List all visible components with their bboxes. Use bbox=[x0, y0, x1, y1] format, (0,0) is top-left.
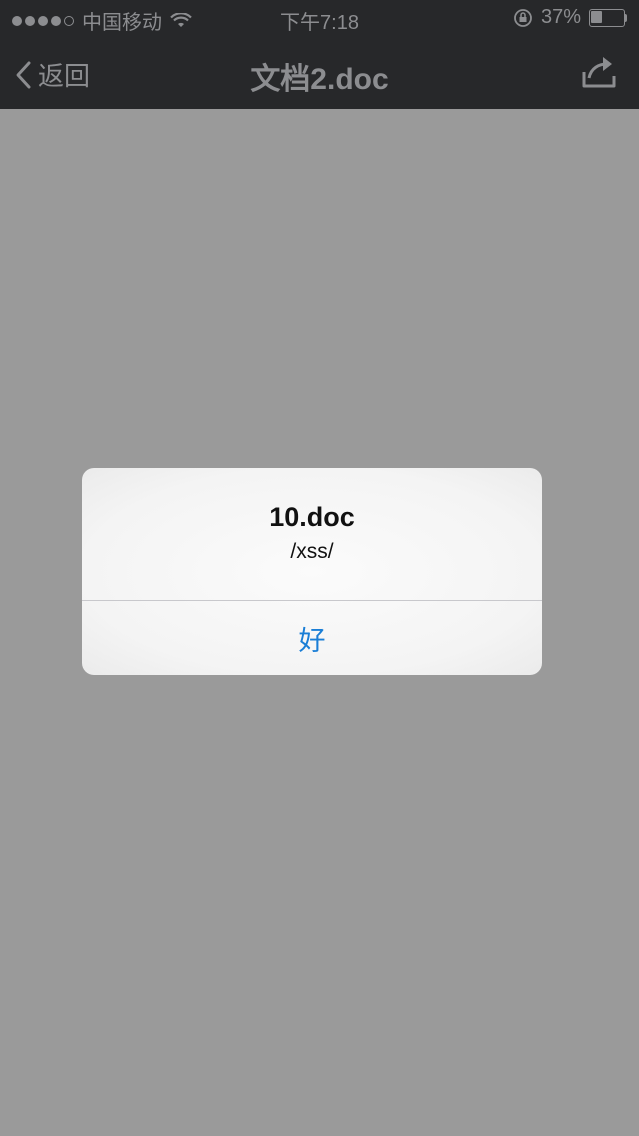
share-icon[interactable] bbox=[581, 52, 617, 90]
rotation-lock-icon bbox=[514, 8, 532, 27]
status-bar: 中国移动 下午7:18 37% bbox=[0, 0, 639, 36]
battery-icon bbox=[589, 8, 629, 27]
alert-message: /xss/ bbox=[290, 540, 334, 563]
status-right: 37% bbox=[513, 6, 629, 29]
navigation-bar: 返回 文档2.doc bbox=[0, 36, 639, 109]
alert-dialog: 10.doc /xss/ 好 bbox=[82, 468, 542, 675]
alert-title: 10.doc bbox=[269, 502, 355, 532]
document-title: 文档2.doc bbox=[250, 63, 389, 96]
top-bar: 中国移动 下午7:18 37% 返回 文档2.doc bbox=[0, 0, 639, 109]
ok-button[interactable]: 好 bbox=[82, 601, 542, 675]
battery-percent: 37% bbox=[540, 6, 581, 28]
